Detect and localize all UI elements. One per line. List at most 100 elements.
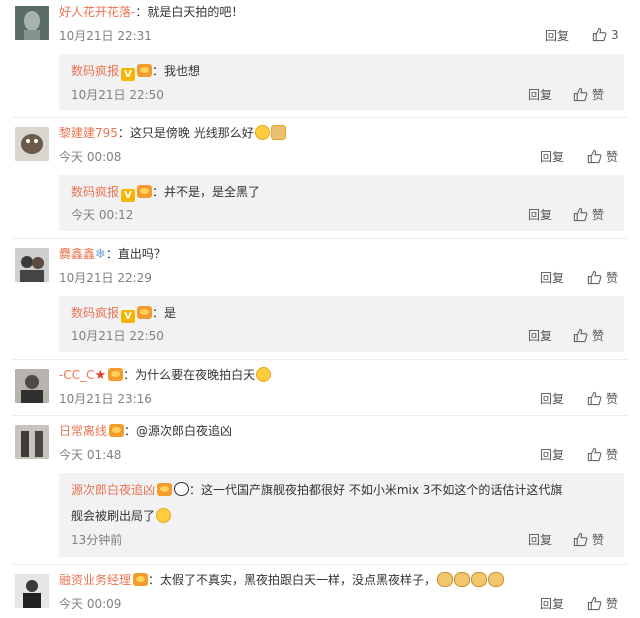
divider [12, 359, 628, 360]
reply-timestamp: 今天 00:12 [71, 208, 134, 222]
avatar[interactable] [15, 248, 49, 282]
like-button[interactable]: 赞 [587, 148, 618, 165]
divider [12, 564, 628, 565]
reply-timestamp: 10月21日 22:50 [71, 88, 164, 102]
reply-line-2: 舰会被刷出局了 [71, 508, 172, 524]
username-link[interactable]: 日常离线 [59, 424, 107, 438]
thumbs-up-icon [587, 391, 602, 406]
comment-text: ：就是白天拍的吧！ [135, 5, 244, 19]
reply-username-link[interactable]: 数码疯报 [71, 64, 119, 78]
timestamp: 今天 01:48 [59, 448, 122, 462]
reply-timestamp: 13分钟前 [71, 533, 123, 547]
reply-button[interactable]: 回复 [528, 87, 552, 103]
reply-button[interactable]: 回复 [540, 596, 564, 612]
reply-button[interactable]: 回复 [545, 28, 569, 44]
reply-line: 源次郎白夜追凶 ：这一代国产旗舰夜拍都很好 不如小米mix 3不如这个的话估计这代… [71, 482, 562, 498]
divider [12, 415, 628, 416]
divider [12, 238, 628, 239]
vip-crown-icon [137, 185, 153, 198]
avatar[interactable] [15, 574, 49, 608]
thumbs-up-icon [573, 328, 588, 343]
reply-username-link[interactable]: 数码疯报 [71, 306, 119, 320]
thumbs-up-icon [587, 149, 602, 164]
comment-text: ：@源次郎白夜追凶 [124, 424, 233, 438]
reply-line: 数码疯报 V ：我也想 [71, 63, 200, 81]
like-button[interactable]: 3 [592, 27, 619, 42]
username-link[interactable]: 爨鑫鑫 [59, 247, 95, 261]
reply-button[interactable]: 回复 [528, 328, 552, 344]
reply-button[interactable]: 回复 [540, 149, 564, 165]
comment-line: 日常离线 ：@源次郎白夜追凶 [59, 423, 232, 439]
reply-text: ：我也想 [152, 64, 201, 78]
thumbs-up-icon [587, 270, 602, 285]
comment-text: ：太假了不真实，黑夜拍跟白天一样，没点黑夜样子， [148, 573, 437, 587]
reply-box: 数码疯报 V ：我也想 10月21日 22:50 回复 赞 [59, 54, 624, 110]
like-count: 3 [611, 27, 619, 42]
like-label: 赞 [592, 329, 605, 343]
reply-button[interactable]: 回复 [528, 532, 552, 548]
reply-button[interactable]: 回复 [540, 447, 564, 463]
like-button[interactable]: 赞 [587, 595, 618, 612]
verified-v-icon: V [121, 310, 136, 323]
timestamp: 10月21日 22:31 [59, 29, 152, 43]
reply-button[interactable]: 回复 [528, 207, 552, 223]
thumbs-up-icon [592, 27, 607, 42]
like-button[interactable]: 赞 [573, 327, 604, 344]
panda-emoji [174, 482, 190, 496]
verified-v-icon: V [121, 68, 136, 81]
reply-text: ：并不是，是全黑了 [152, 185, 261, 199]
like-button[interactable]: 赞 [573, 206, 604, 223]
vip-crown-icon [137, 64, 153, 77]
comment-line: -CC_C★ ：为什么要在夜晚拍白天 [59, 367, 272, 384]
like-button[interactable]: 赞 [587, 269, 618, 286]
sticker-emoji [270, 125, 286, 140]
thumbs-up-icon [587, 596, 602, 611]
reply-line: 数码疯报 V ：并不是，是全黑了 [71, 184, 260, 202]
reply-text-continued: 舰会被刷出局了 [71, 509, 156, 523]
avatar[interactable] [15, 127, 49, 161]
like-button[interactable]: 赞 [587, 446, 618, 463]
username-link[interactable]: 好人花开花落- [59, 5, 135, 19]
reply-box: 源次郎白夜追凶 ：这一代国产旗舰夜拍都很好 不如小米mix 3不如这个的话估计这代… [59, 473, 624, 557]
like-label: 赞 [606, 150, 619, 164]
reply-button[interactable]: 回复 [540, 391, 564, 407]
doge-emoji [437, 572, 454, 587]
comment-line: 好人花开花落-：就是白天拍的吧！ [59, 4, 243, 20]
divider [12, 117, 628, 118]
like-button[interactable]: 赞 [573, 86, 604, 103]
like-button[interactable]: 赞 [587, 390, 618, 407]
username-link[interactable]: 融资业务经理 [59, 573, 131, 587]
like-label: 赞 [592, 88, 605, 102]
avatar[interactable] [15, 6, 49, 40]
vip-crown-icon [157, 483, 173, 496]
comment-text: ：直出吗？ [105, 247, 166, 261]
avatar[interactable] [15, 369, 49, 403]
laugh-cry-emoji [156, 508, 172, 523]
reply-button[interactable]: 回复 [540, 270, 564, 286]
like-button[interactable]: 赞 [573, 531, 604, 548]
timestamp: 10月21日 23:16 [59, 392, 152, 406]
like-label: 赞 [592, 533, 605, 547]
comment-line: 爨鑫鑫❄：直出吗？ [59, 246, 166, 263]
doge-emoji [471, 572, 488, 587]
username-link[interactable]: -CC_C [59, 368, 94, 382]
reply-text: ：这一代国产旗舰夜拍都很好 不如小米mix 3不如这个的话估计这代旗 [189, 483, 563, 497]
comment-line: 黎建建795：这只是傍晚 光线那么好 [59, 125, 286, 141]
reply-timestamp: 10月21日 22:50 [71, 329, 164, 343]
reply-box: 数码疯报 V ：是 10月21日 22:50 回复 赞 [59, 296, 624, 352]
doge-emoji [488, 572, 505, 587]
vip-crown-icon [109, 424, 125, 437]
reply-box: 数码疯报 V ：并不是，是全黑了 今天 00:12 回复 赞 [59, 175, 624, 231]
avatar[interactable] [15, 425, 49, 459]
thumbs-up-icon [573, 207, 588, 222]
reply-username-link[interactable]: 数码疯报 [71, 185, 119, 199]
red-star-icon: ★ [94, 368, 107, 383]
timestamp: 今天 00:08 [59, 150, 122, 164]
thumbs-up-icon [587, 447, 602, 462]
username-link[interactable]: 黎建建795 [59, 126, 118, 140]
reply-line: 数码疯报 V ：是 [71, 305, 176, 323]
vip-crown-icon [108, 368, 124, 381]
vip-crown-icon [133, 573, 149, 586]
laugh-cry-emoji [254, 125, 270, 140]
reply-username-link[interactable]: 源次郎白夜追凶 [71, 483, 155, 497]
